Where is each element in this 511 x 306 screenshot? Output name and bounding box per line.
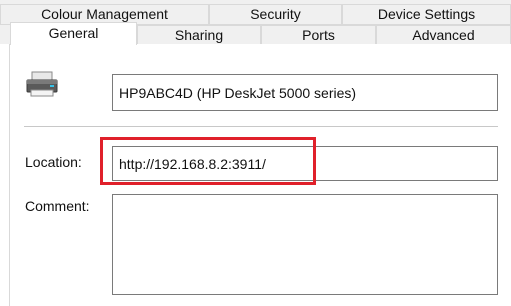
tab-device-settings[interactable]: Device Settings [342,4,511,25]
section-divider [24,126,498,127]
printer-name-field[interactable]: HP9ABC4D (HP DeskJet 5000 series) [112,74,498,111]
comment-field[interactable] [112,194,498,295]
highlight-box [100,137,316,185]
tab-general[interactable]: General [10,22,137,45]
printer-icon [26,71,58,97]
location-label: Location: [25,154,82,170]
tab-sharing[interactable]: Sharing [137,25,261,45]
tab-advanced[interactable]: Advanced [376,25,511,45]
tab-security[interactable]: Security [209,4,342,25]
tab-strip: Colour Management Security Device Settin… [0,0,511,45]
printer-name-value: HP9ABC4D (HP DeskJet 5000 series) [119,84,357,101]
tab-ports[interactable]: Ports [261,25,376,45]
comment-label: Comment: [25,198,90,214]
